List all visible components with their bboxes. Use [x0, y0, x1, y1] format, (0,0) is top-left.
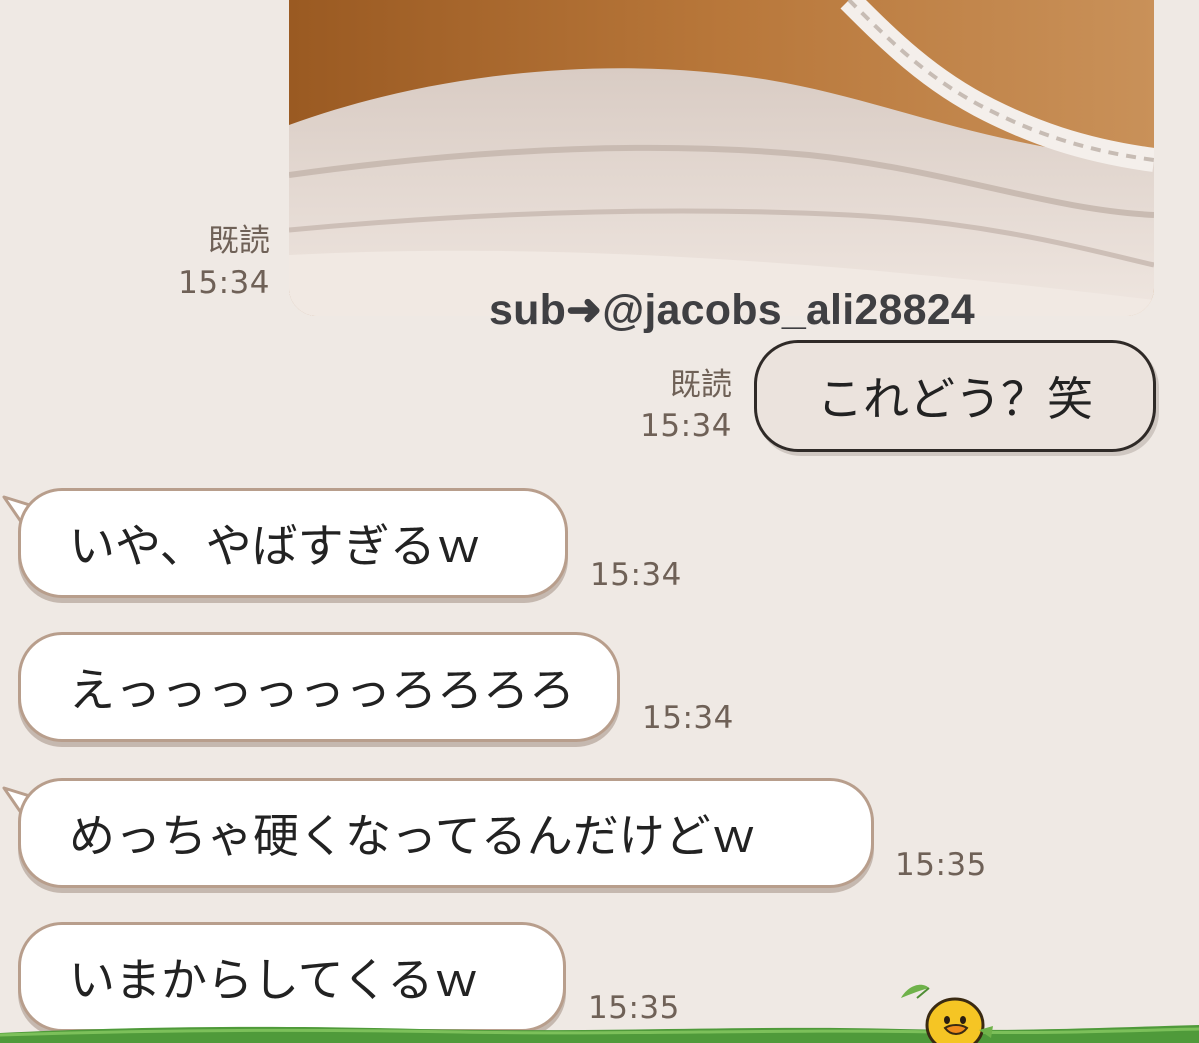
- message-timestamp: 15:34: [178, 265, 270, 301]
- message-text: めっちゃ硬くなってるんだけどｗ: [69, 809, 757, 863]
- sent-message-bubble[interactable]: これどう？笑: [754, 340, 1156, 452]
- watermark-text: sub➜@jacobs_ali28824: [489, 286, 975, 334]
- message-text: いや、やばすぎるｗ: [69, 519, 482, 573]
- message-timestamp: 15:35: [895, 847, 987, 883]
- message-text: えっっっっっっろろろろ: [69, 663, 575, 717]
- message-text: いまからしてくるｗ: [69, 953, 480, 1007]
- received-message-bubble[interactable]: いや、やばすぎるｗ: [18, 488, 568, 598]
- read-receipt-label: 既読: [208, 223, 270, 259]
- message-timestamp: 15:34: [640, 408, 732, 444]
- received-message-bubble[interactable]: えっっっっっっろろろろ: [18, 632, 620, 742]
- photo-message-image[interactable]: [289, 0, 1154, 316]
- sticker-chick-icon[interactable]: [895, 980, 1005, 1043]
- grass-footer-decoration: [0, 1025, 1199, 1043]
- read-receipt-label: 既読: [670, 367, 732, 403]
- received-message-bubble[interactable]: めっちゃ硬くなってるんだけどｗ: [18, 778, 874, 888]
- message-timestamp: 15:34: [590, 557, 682, 593]
- message-text: これどう？笑: [817, 372, 1093, 426]
- message-timestamp: 15:34: [642, 700, 734, 736]
